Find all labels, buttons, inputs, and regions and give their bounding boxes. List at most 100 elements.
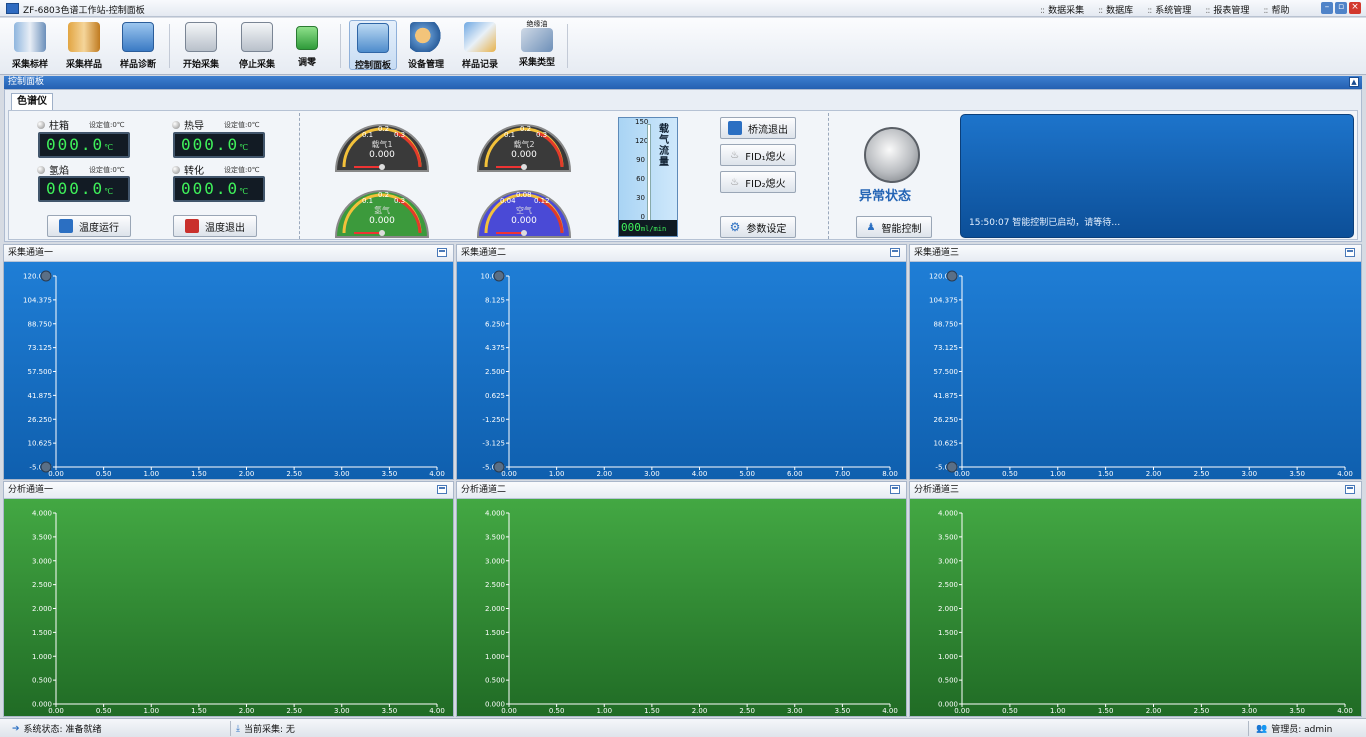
hydrogen-gauge: 0.1 0.2 0.3 氢气 0.000 — [334, 181, 430, 239]
x-tick-label: 1.00 — [143, 470, 159, 478]
temp-exit-button[interactable]: 温度退出 — [173, 215, 257, 237]
users-icon: 👥 — [1256, 723, 1268, 734]
group-divider — [828, 113, 829, 239]
gauge-value: 0.000 — [511, 216, 537, 226]
chart-plot: 10.0008.1256.2504.3752.5000.625-1.250-3.… — [457, 262, 906, 479]
fid2-off-button[interactable]: ♨ FID₂熄火 — [720, 171, 796, 193]
maximize-icon[interactable] — [437, 485, 447, 494]
y-tick-label: 3.500 — [938, 533, 958, 541]
x-tick-label: 1.50 — [1098, 707, 1114, 715]
stop-collect-icon — [241, 22, 273, 52]
x-tick-label: 0.00 — [501, 470, 517, 478]
gauge-name: 载气2 — [513, 139, 534, 149]
param-settings-button[interactable]: ⚙ 参数设定 — [720, 216, 796, 238]
y-tick-label: 0.500 — [485, 677, 505, 685]
zero-adjust-button[interactable]: 调零 — [290, 20, 324, 70]
diagnosis-icon — [122, 22, 154, 52]
toolbar-label: 采集类型 — [518, 58, 555, 68]
sample-record-button[interactable]: 样品记录 — [458, 20, 502, 70]
device-manage-button[interactable]: 设备管理 — [404, 20, 448, 70]
toolbar-separator — [340, 24, 341, 68]
start-collect-icon — [185, 22, 217, 52]
plot-background — [457, 499, 906, 716]
chart-analysis-2: 分析通道二 4.000 3.500 3.000 2.500 2.000 1.500 1.00… — [456, 481, 907, 717]
x-tick-label: 2.00 — [1146, 470, 1162, 478]
y-tick-label: 0.625 — [485, 392, 505, 400]
collect-type-button[interactable]: 绝缘油 采集类型 — [512, 20, 562, 70]
y-tick-label: 41.875 — [28, 392, 53, 400]
x-tick-label: 0.50 — [1002, 707, 1018, 715]
maximize-icon[interactable] — [437, 248, 447, 257]
fid1-off-button[interactable]: ♨ FID₁熄火 — [720, 144, 796, 166]
control-panel-button[interactable]: 控制面板 — [349, 20, 397, 71]
gear-icon: ⚙ — [729, 220, 741, 234]
x-tick-label: 3.00 — [1241, 470, 1257, 478]
title-bar: ZF-6803色谱工作站-控制面板 数据采集 数据库 系统管理 报表管理 帮助 … — [0, 0, 1366, 17]
y-tick-label: 10.625 — [28, 440, 53, 448]
y-tick-label: 1.500 — [485, 629, 505, 637]
gauge-scale-label: 0.1 — [504, 131, 515, 139]
toolbar-label: 开始采集 — [182, 60, 219, 70]
status-arrow-icon: ➔ — [12, 723, 20, 734]
menu-system[interactable]: 系统管理 — [1147, 3, 1191, 16]
gauge-scale-label: 0.04 — [500, 197, 516, 205]
chart-analysis-1: 分析通道一 4.000 3.500 3.000 2.500 2.000 1.500 1.00… — [3, 481, 454, 717]
bridge-exit-button[interactable]: 桥流退出 — [720, 117, 796, 139]
menu-data-collect[interactable]: 数据采集 — [1040, 3, 1084, 16]
restore-button[interactable]: ▫ — [1335, 2, 1347, 14]
plot-background — [910, 262, 1361, 479]
smart-control-button[interactable]: ♟ 智能控制 — [856, 216, 932, 238]
maximize-icon[interactable] — [890, 485, 900, 494]
x-tick-label: 2.50 — [739, 707, 755, 715]
x-tick-label: 4.00 — [692, 470, 708, 478]
status-dot-icon — [37, 165, 45, 174]
x-tick-label: 0.50 — [96, 470, 112, 478]
diagnosis-button[interactable]: 样品诊断 — [116, 20, 160, 70]
gauge-value: 0.000 — [511, 150, 537, 160]
tab-chromatograph[interactable]: 色谱仪 — [11, 93, 53, 110]
maximize-icon[interactable] — [890, 248, 900, 257]
menu-database[interactable]: 数据库 — [1098, 3, 1133, 16]
y-tick-label: 3.000 — [32, 557, 52, 565]
chart-collect-3: 采集通道三 120.000 104.375 88.750 73.125 57.500 41… — [909, 244, 1362, 480]
close-button[interactable]: × — [1349, 2, 1361, 14]
gauge-value: 0.000 — [369, 150, 395, 160]
standard-sample-button[interactable]: 采集标样 — [8, 20, 52, 70]
admin-status: 👥 管理员: admin — [1256, 723, 1333, 736]
x-tick-label: 2.00 — [239, 707, 255, 715]
collapse-icon[interactable]: ▲ — [1349, 77, 1359, 87]
x-tick-label: 0.00 — [48, 470, 64, 478]
toolbar-separator — [567, 24, 568, 68]
y-tick-label: 0.500 — [938, 677, 958, 685]
x-tick-label: 0.50 — [1002, 470, 1018, 478]
system-status: ➔ 系统状态: 准备就绪 — [12, 723, 102, 736]
carrier-gas-1-gauge: 0.1 0.2 0.3 载气1 0.000 — [334, 115, 430, 173]
chart-plot: 120.000104.37588.75073.12557.50041.87526… — [4, 262, 453, 479]
x-tick-label: 1.00 — [1050, 707, 1066, 715]
x-tick-label: 3.00 — [1241, 707, 1257, 715]
collect-type-badge: 绝缘油 — [526, 20, 548, 28]
message-screen: 15:50:07 智能控制已启动，请等待… — [960, 114, 1354, 238]
x-tick-label: 1.00 — [1050, 470, 1066, 478]
temp-run-button[interactable]: 温度运行 — [47, 215, 131, 237]
stop-collect-button[interactable]: 停止采集 — [234, 20, 280, 70]
start-collect-button[interactable]: 开始采集 — [178, 20, 224, 70]
y-tick-label: 6.250 — [485, 320, 505, 328]
panel-title: 控制面板 — [8, 77, 45, 87]
sample-collect-button[interactable]: 采集样品 — [62, 20, 106, 70]
gauge-value: 0.000 — [369, 216, 395, 226]
toolbar-label: 样品记录 — [461, 60, 498, 70]
x-tick-label: 1.00 — [596, 707, 612, 715]
converter-label: 转化 — [172, 162, 204, 177]
maximize-icon[interactable] — [1345, 248, 1355, 257]
minimize-button[interactable]: – — [1321, 2, 1333, 14]
menu-help[interactable]: 帮助 — [1263, 3, 1289, 16]
converter-display: 000.0℃ — [173, 176, 265, 202]
menu-report[interactable]: 报表管理 — [1205, 3, 1249, 16]
y-tick-label: 2.500 — [485, 581, 505, 589]
alarm-indicator-icon — [864, 127, 920, 183]
fid-display: 000.0℃ — [38, 176, 130, 202]
maximize-icon[interactable] — [1345, 485, 1355, 494]
y-tick-label: 4.000 — [485, 510, 505, 518]
x-tick-label: 0.00 — [954, 707, 970, 715]
